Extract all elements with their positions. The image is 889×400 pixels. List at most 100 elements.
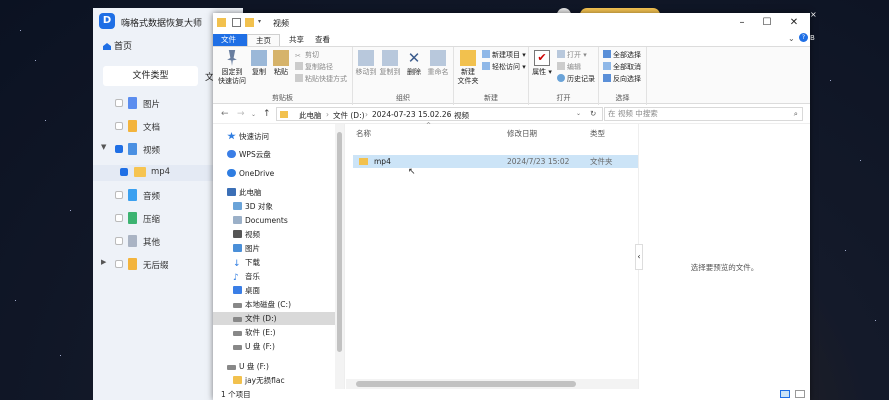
- edit-button[interactable]: 编辑: [557, 62, 581, 73]
- checkbox[interactable]: [115, 260, 123, 268]
- documents-icon: [233, 216, 242, 224]
- nav-item[interactable]: jay无损flac: [213, 374, 335, 387]
- back-arrow-icon[interactable]: ←: [221, 109, 229, 119]
- tab-file[interactable]: 文件: [213, 34, 247, 46]
- copy-path-button[interactable]: 复制路径: [295, 62, 333, 73]
- breadcrumb-folder-date[interactable]: 2024-07-23 15.02.26: [372, 110, 451, 119]
- breadcrumb-this-pc[interactable]: 此电脑: [299, 110, 322, 121]
- nav-item[interactable]: U 盘 (F:): [213, 340, 335, 353]
- navigation-scrollbar[interactable]: [335, 124, 344, 389]
- tab-file-type[interactable]: 文件类型: [103, 66, 198, 86]
- column-header-modified[interactable]: 修改日期: [507, 128, 537, 139]
- refresh-icon[interactable]: ↻: [590, 109, 596, 118]
- caret-down-icon[interactable]: ▼: [101, 143, 106, 151]
- forward-arrow-icon[interactable]: →: [237, 109, 245, 119]
- new-folder-button[interactable]: 新建 文件夹: [456, 50, 480, 86]
- scrollbar-thumb[interactable]: [337, 132, 342, 352]
- new-folder-icon[interactable]: [245, 18, 254, 27]
- nav-item[interactable]: 桌面: [213, 284, 335, 297]
- easy-access-button[interactable]: 轻松访问 ▾: [482, 62, 526, 73]
- nav-item[interactable]: Documents: [213, 214, 335, 227]
- home-nav-item[interactable]: 首页: [103, 39, 132, 52]
- checkbox[interactable]: [115, 214, 123, 222]
- nav-item[interactable]: WPS云盘: [213, 148, 335, 161]
- chevron-down-icon[interactable]: ⌄: [251, 111, 256, 118]
- open-button[interactable]: 打开 ▾: [557, 50, 587, 61]
- properties-button[interactable]: ✔ 属性 ▾: [532, 50, 552, 77]
- chevron-down-icon[interactable]: ⌄: [788, 34, 795, 43]
- column-header-name[interactable]: 名称: [356, 128, 371, 139]
- column-header-type[interactable]: 类型: [590, 128, 605, 139]
- address-box[interactable]: 此电脑 › 文件 (D:) › 2024-07-23 15.02.26 › 视频…: [276, 107, 603, 121]
- home-icon: [103, 43, 111, 50]
- checkbox-partial[interactable]: [120, 168, 128, 176]
- nav-item[interactable]: OneDrive: [213, 167, 335, 180]
- nav-item[interactable]: 视频: [213, 228, 335, 241]
- scrollbar-thumb[interactable]: [356, 381, 576, 387]
- cell-type: 文件夹: [590, 157, 613, 166]
- search-input[interactable]: 在 视频 中搜索 ⌕: [604, 107, 803, 121]
- nav-item[interactable]: 此电脑: [213, 186, 335, 199]
- folder-icon: [233, 376, 242, 384]
- tiles-view-icon[interactable]: [795, 390, 805, 398]
- tab-view[interactable]: 查看: [307, 34, 338, 46]
- background-right-strip: × B: [810, 0, 889, 400]
- pictures-icon: [233, 244, 242, 252]
- invert-selection-button[interactable]: 反向选择: [603, 74, 641, 85]
- nav-item-selected[interactable]: 文件 (D:): [213, 312, 335, 325]
- checkbox-icon[interactable]: [232, 18, 241, 27]
- horizontal-scrollbar[interactable]: [346, 379, 638, 389]
- table-row[interactable]: mp4 2024/7/23 15:02 文件夹: [353, 155, 638, 168]
- breadcrumb-drive-d[interactable]: 文件 (D:): [333, 110, 365, 121]
- nav-item[interactable]: ♪ 音乐: [213, 270, 335, 283]
- video-icon: [233, 230, 242, 238]
- nav-item[interactable]: 本地磁盘 (C:): [213, 298, 335, 311]
- nav-item[interactable]: 软件 (E:): [213, 326, 335, 339]
- nav-item[interactable]: 3D 对象: [213, 200, 335, 213]
- new-item-button[interactable]: 新建项目 ▾: [482, 50, 526, 61]
- nav-item[interactable]: 快速访问: [213, 130, 335, 143]
- pin-quick-access-button[interactable]: 固定到 快速访问: [217, 50, 247, 86]
- folder-icon: [217, 18, 226, 27]
- copy-button[interactable]: 复制: [249, 50, 269, 77]
- item-count: 1 个项目: [221, 390, 251, 399]
- new-item-icon: [482, 50, 490, 58]
- chevron-down-icon[interactable]: ⌄: [576, 110, 581, 117]
- checkbox[interactable]: [115, 237, 123, 245]
- history-button[interactable]: 历史记录: [557, 74, 595, 85]
- group-organize: 移动到 复制到 ✕ 删除 重命名 组织: [353, 47, 454, 105]
- close-icon[interactable]: ×: [810, 10, 817, 19]
- tab-home[interactable]: 主页: [247, 34, 280, 46]
- chevron-down-icon[interactable]: ▾: [258, 18, 267, 27]
- nav-item[interactable]: U 盘 (F:): [213, 360, 335, 373]
- cell-name: mp4: [374, 157, 391, 166]
- maximize-button[interactable]: ☐: [758, 16, 776, 30]
- details-view-icon[interactable]: [780, 390, 790, 398]
- address-bar-row: ← → ⌄ ↑ 此电脑 › 文件 (D:) › 2024-07-23 15.02…: [213, 104, 810, 124]
- nav-item[interactable]: 图片: [213, 242, 335, 255]
- checkbox[interactable]: [115, 99, 123, 107]
- close-button[interactable]: ✕: [785, 16, 803, 30]
- caret-right-icon[interactable]: ▶: [101, 258, 106, 266]
- move-to-button[interactable]: 移动到: [355, 50, 377, 77]
- cut-button[interactable]: ✂ 剪切: [295, 50, 319, 61]
- minimize-button[interactable]: –: [733, 16, 751, 30]
- breadcrumb-videos[interactable]: 视频: [454, 110, 469, 121]
- select-none-button[interactable]: 全部取消: [603, 62, 641, 73]
- paste-shortcut-button[interactable]: 粘贴快捷方式: [295, 74, 347, 85]
- checkbox[interactable]: [115, 191, 123, 199]
- help-icon[interactable]: ?: [799, 33, 808, 42]
- select-none-icon: [603, 62, 611, 70]
- delete-button[interactable]: ✕ 删除: [405, 50, 423, 77]
- drive-icon: [233, 331, 242, 336]
- copy-to-button[interactable]: 复制到: [379, 50, 401, 77]
- status-bar: 1 个项目: [213, 389, 810, 400]
- select-all-button[interactable]: 全部选择: [603, 50, 641, 61]
- group-select: 全部选择 全部取消 反向选择 选择: [599, 47, 647, 105]
- checkbox[interactable]: [115, 122, 123, 130]
- checkbox-partial[interactable]: [115, 145, 123, 153]
- nav-item[interactable]: ↓ 下载: [213, 256, 335, 269]
- paste-button[interactable]: 粘贴: [271, 50, 291, 77]
- up-arrow-icon[interactable]: ↑: [263, 109, 271, 119]
- rename-button[interactable]: 重命名: [425, 50, 451, 77]
